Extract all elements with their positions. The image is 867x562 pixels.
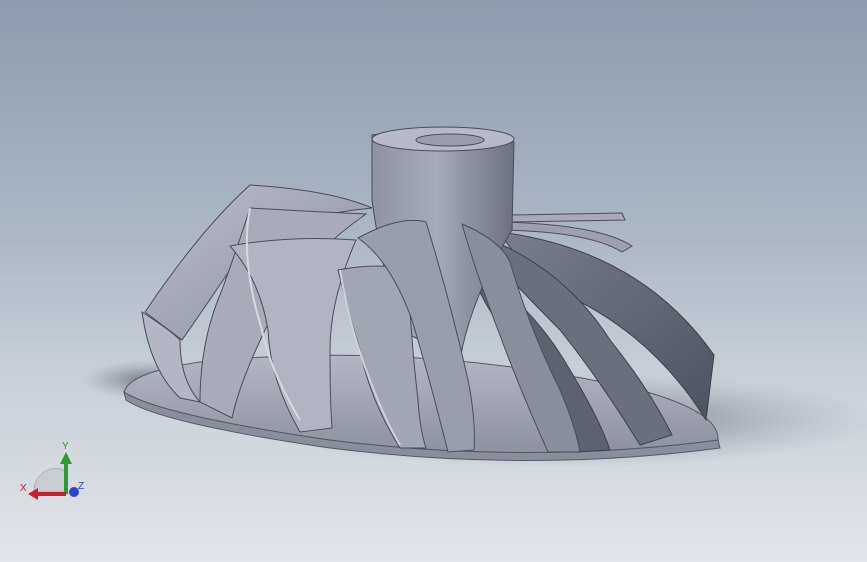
- coordinate-triad[interactable]: X Y Z: [14, 440, 94, 510]
- triad-graphic: [28, 452, 79, 500]
- blade-back-2: [511, 212, 626, 223]
- hub-bore: [415, 133, 485, 147]
- y-axis-arrowhead: [60, 452, 72, 464]
- triad-sphere: [33, 468, 67, 493]
- z-axis-label: Z: [78, 481, 85, 492]
- graphics-viewport[interactable]: X Y Z: [0, 0, 867, 562]
- y-axis-label: Y: [62, 441, 69, 452]
- x-axis-label: X: [20, 483, 27, 494]
- impeller-model[interactable]: [0, 0, 867, 562]
- x-axis-arrowhead: [28, 488, 38, 500]
